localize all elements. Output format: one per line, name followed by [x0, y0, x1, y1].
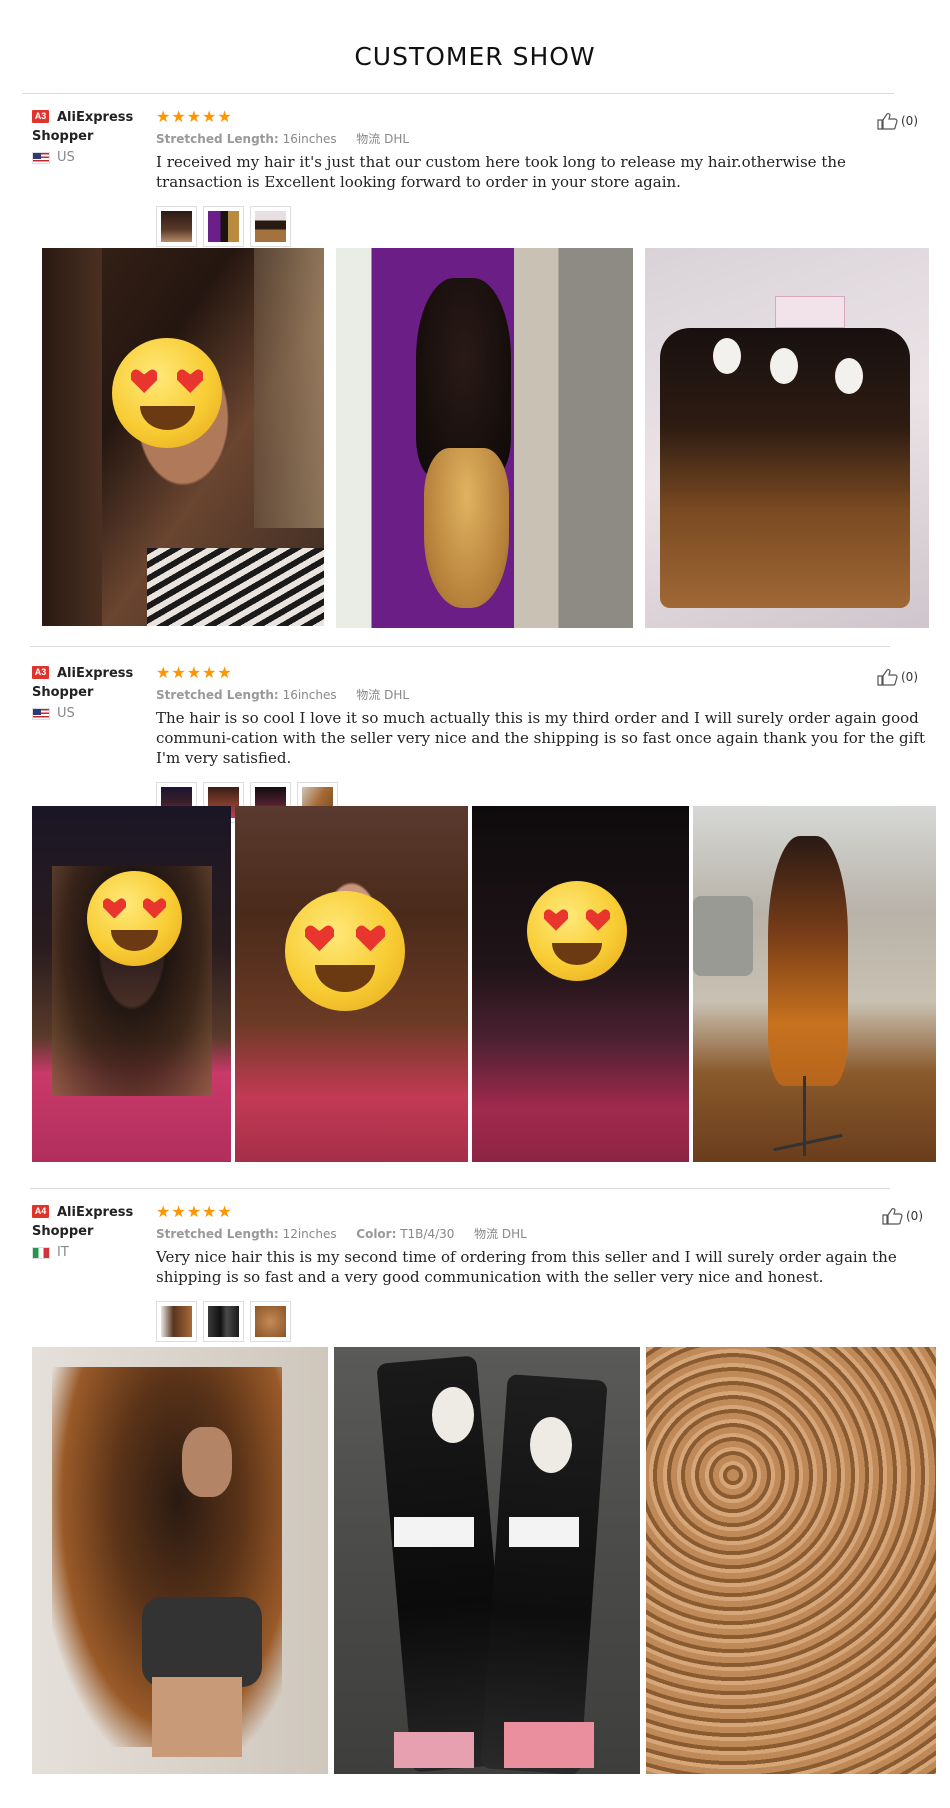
attr-value: DHL: [501, 1227, 527, 1241]
customer-photo[interactable]: [336, 248, 633, 628]
helpful-button[interactable]: (0): [882, 1207, 923, 1225]
review-body: ★★★★★ Stretched Length: 16inches 物流 DHL …: [156, 664, 926, 823]
review-text: I received my hair it's just that our cu…: [156, 153, 846, 191]
level-badge: A3: [32, 110, 49, 123]
heart-eyes-emoji: [527, 881, 627, 981]
reviewer-info: A4 AliExpress Shopper IT: [32, 1203, 152, 1260]
helpful-button[interactable]: (0): [877, 668, 918, 686]
order-attributes: Stretched Length: 12inches Color: T1B/4/…: [156, 1226, 926, 1242]
thumbnail-strip: [156, 206, 926, 247]
photo-thumbnail[interactable]: [203, 1301, 244, 1342]
customer-photo[interactable]: [235, 806, 468, 1162]
attr-key: Stretched Length:: [156, 132, 279, 146]
helpful-button[interactable]: (0): [877, 112, 918, 130]
flag-us-icon: [32, 707, 50, 720]
photo-thumbnail[interactable]: [156, 206, 197, 247]
customer-photo[interactable]: [645, 248, 929, 628]
attr-value: T1B/4/30: [400, 1227, 455, 1241]
customer-photo[interactable]: [646, 1347, 936, 1774]
order-attributes: Stretched Length: 16inches 物流 DHL: [156, 687, 926, 703]
level-badge: A3: [32, 666, 49, 679]
helpful-count: (0): [901, 670, 918, 684]
attr-value: 16inches: [282, 132, 337, 146]
customer-photo[interactable]: [42, 248, 324, 626]
title-divider: [22, 93, 894, 94]
thumbnail-strip: [156, 1301, 926, 1342]
customer-photo[interactable]: [693, 806, 936, 1162]
review-text: The hair is so cool I love it so much ac…: [156, 709, 925, 767]
helpful-count: (0): [901, 114, 918, 128]
thumbs-up-icon: [877, 112, 898, 130]
reviewer-info: A3 AliExpress Shopper US: [32, 664, 152, 721]
customer-photo[interactable]: [334, 1347, 640, 1774]
flag-us-icon: [32, 151, 50, 164]
heart-eyes-emoji: [285, 891, 405, 1011]
attr-key: Color:: [356, 1227, 397, 1241]
heart-eyes-emoji: [112, 338, 222, 448]
heart-eyes-emoji: [87, 871, 182, 966]
page-title: CUSTOMER SHOW: [354, 42, 596, 71]
review-body: ★★★★★ Stretched Length: 12inches Color: …: [156, 1203, 926, 1342]
country-code: US: [57, 706, 75, 721]
attr-value: DHL: [384, 132, 410, 146]
attr-key: Stretched Length:: [156, 1227, 279, 1241]
review-divider: [30, 1188, 890, 1189]
review-body: ★★★★★ Stretched Length: 16inches 物流 DHL …: [156, 108, 926, 247]
star-rating: ★★★★★: [156, 1202, 233, 1221]
customer-photo[interactable]: [32, 806, 231, 1162]
attr-key: Stretched Length:: [156, 688, 279, 702]
star-rating: ★★★★★: [156, 107, 233, 126]
review-divider: [30, 646, 890, 647]
attr-value: 12inches: [282, 1227, 337, 1241]
star-rating: ★★★★★: [156, 663, 233, 682]
level-badge: A4: [32, 1205, 49, 1218]
attr-value: 16inches: [282, 688, 337, 702]
attr-key: 物流: [356, 132, 381, 146]
attr-key: 物流: [356, 688, 381, 702]
country-code: IT: [57, 1245, 69, 1260]
photo-thumbnail[interactable]: [250, 206, 291, 247]
thumbs-up-icon: [882, 1207, 903, 1225]
reviewer-info: A3 AliExpress Shopper US: [32, 108, 152, 165]
review-text: Very nice hair this is my second time of…: [156, 1248, 897, 1286]
customer-photo[interactable]: [32, 1347, 328, 1774]
photo-thumbnail[interactable]: [250, 1301, 291, 1342]
attr-key: 物流: [474, 1227, 499, 1241]
customer-photo[interactable]: [472, 806, 689, 1162]
helpful-count: (0): [906, 1209, 923, 1223]
order-attributes: Stretched Length: 16inches 物流 DHL: [156, 131, 926, 147]
attr-value: DHL: [384, 688, 410, 702]
country-code: US: [57, 150, 75, 165]
flag-it-icon: [32, 1246, 50, 1259]
photo-thumbnail[interactable]: [203, 206, 244, 247]
photo-thumbnail[interactable]: [156, 1301, 197, 1342]
thumbs-up-icon: [877, 668, 898, 686]
